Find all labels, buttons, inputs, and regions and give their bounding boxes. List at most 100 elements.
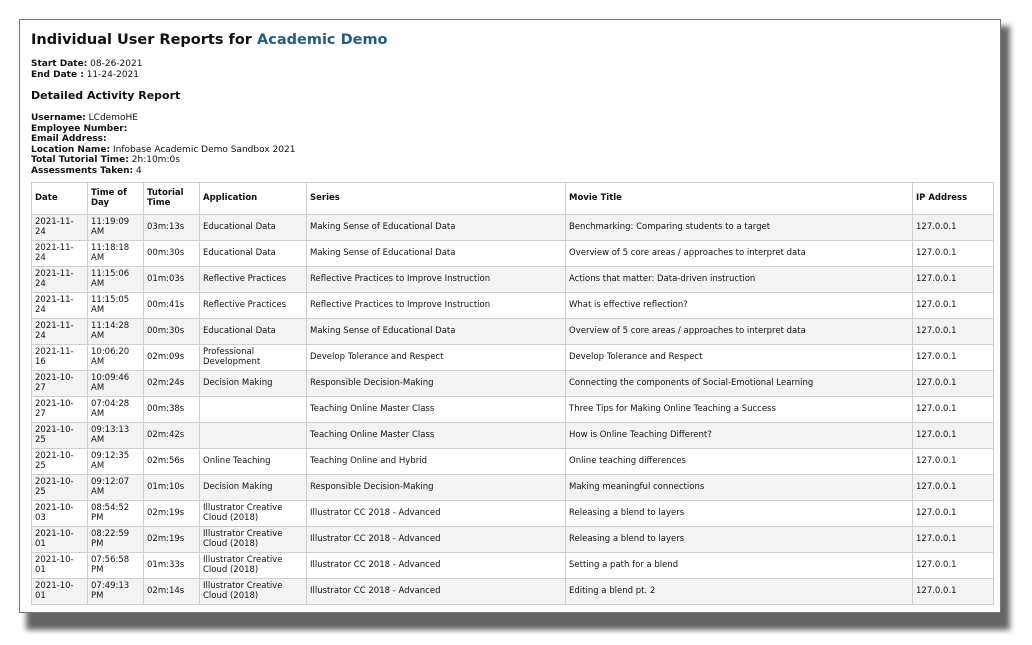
time-of-day-cell: 07:56:58 PM [87,551,144,579]
date-cell: 2021-10-27 [31,369,88,397]
application-cell: Reflective Practices [199,291,307,319]
application-cell: Illustrator Creative Cloud (2018) [199,577,307,605]
assessments-value: 4 [135,165,142,176]
table-row: 2021-11-24 11:19:09 AM 03m:13s Educational … [31,213,994,241]
application-cell [199,395,307,423]
tutorial-time-cell: 02m:24s [143,369,200,397]
date-cell: 2021-10-25 [31,447,88,475]
column-header-time-of-day: Time of Day [87,181,144,215]
movie-title-cell: Develop Tolerance and Respect [565,343,913,371]
movie-title-cell: Connecting the components of Social-Emot… [565,369,913,397]
tutorial-time-label: Total Tutorial Time: [31,155,129,166]
column-header-ip-address: IP Address [912,181,994,215]
organization-name: Academic Demo [257,32,388,48]
column-header-tutorial-time: Tutorial Time [143,181,200,215]
tutorial-time-cell: 02m:19s [143,525,200,553]
column-header-movie-title: Movie Title [565,181,913,215]
ip-address-cell: 127.0.0.1 [912,291,994,319]
table-row: 2021-11-16 10:06:20 AM 02m:09s Professional… [31,343,994,371]
application-cell: Illustrator Creative Cloud (2018) [199,499,307,527]
date-cell: 2021-10-25 [31,473,88,501]
application-cell: Educational Data [199,317,307,345]
application-cell: Educational Data [199,239,307,267]
application-cell: Educational Data [199,213,307,241]
column-header-series: Series [306,181,566,215]
movie-title-cell: Making meaningful connections [565,473,913,501]
ip-address-cell: 127.0.0.1 [912,265,994,293]
start-date-value: 08-26-2021 [90,59,143,69]
date-cell: 2021-10-01 [31,577,88,605]
movie-title-cell: Actions that matter: Data-driven instruc… [565,265,913,293]
report-content: Individual User Reports for Academic Dem… [31,30,994,605]
table-row: 2021-11-24 11:18:18 AM 00m:30s Educational … [31,239,994,267]
ip-address-cell: 127.0.0.1 [912,499,994,527]
date-cell: 2021-11-24 [31,291,88,319]
time-of-day-cell: 11:15:05 AM [87,291,144,319]
assessments-line: Assessments Taken: 4 [31,166,993,177]
tutorial-time-cell: 02m:42s [143,421,200,449]
time-of-day-cell: 10:09:46 AM [87,369,144,397]
series-cell: Teaching Online Master Class [306,395,566,423]
ip-address-cell: 127.0.0.1 [912,239,994,267]
application-cell: Online Teaching [199,447,307,475]
ip-address-cell: 127.0.0.1 [912,551,994,579]
tutorial-time-cell: 02m:09s [143,343,200,371]
email-label: Email Address: [31,134,107,145]
date-cell: 2021-10-25 [31,421,88,449]
date-cell: 2021-11-24 [31,265,88,293]
page-title: Individual User Reports for Academic Dem… [31,30,993,50]
table-row: 2021-10-01 08:22:59 PM 02m:19s Illustrator … [31,525,994,553]
ip-address-cell: 127.0.0.1 [912,343,994,371]
tutorial-time-cell: 01m:10s [143,473,200,501]
location-label: Location Name: [31,144,111,155]
tutorial-time-cell: 00m:38s [143,395,200,423]
table-row: 2021-10-27 10:09:46 AM 02m:24s Decision Mak… [31,369,994,397]
ip-address-cell: 127.0.0.1 [912,421,994,449]
table-row: 2021-10-01 07:56:58 PM 01m:33s Illustrator … [31,551,994,579]
movie-title-cell: Overview of 5 core areas / approaches to… [565,239,913,267]
column-header-application: Application [199,181,307,215]
ip-address-cell: 127.0.0.1 [912,473,994,501]
series-cell: Responsible Decision-Making [306,369,566,397]
location-line: Location Name: Infobase Academic Demo Sa… [31,145,993,156]
date-cell: 2021-11-24 [31,213,88,241]
ip-address-cell: 127.0.0.1 [912,447,994,475]
application-cell: Reflective Practices [199,265,307,293]
table-row: 2021-10-01 07:49:13 PM 02m:14s Illustrator … [31,577,994,605]
time-of-day-cell: 08:54:52 PM [87,499,144,527]
series-cell: Illustrator CC 2018 - Advanced [306,551,566,579]
employee-number-line: Employee Number: [31,124,993,135]
movie-title-cell: Three Tips for Making Online Teaching a … [565,395,913,423]
table-body: 2021-11-24 11:19:09 AM 03m:13s Educational … [31,213,994,605]
movie-title-cell: Editing a blend pt. 2 [565,577,913,605]
movie-title-cell: Overview of 5 core areas / approaches to… [565,317,913,345]
start-date-line: Start Date: 08-26-2021 [31,59,993,70]
table-row: 2021-10-27 07:04:28 AM 00m:38s Teaching Onl… [31,395,994,423]
column-header-date: Date [31,181,88,215]
user-info: Username: LCdemoHE Employee Number: Emai… [31,113,993,177]
title-prefix: Individual User Reports for [31,32,252,48]
date-cell: 2021-10-01 [31,551,88,579]
ip-address-cell: 127.0.0.1 [912,577,994,605]
tutorial-time-cell: 01m:03s [143,265,200,293]
ip-address-cell: 127.0.0.1 [912,213,994,241]
location-value: Infobase Academic Demo Sandbox 2021 [113,144,296,155]
table-row: 2021-10-03 08:54:52 PM 02m:19s Illustrator … [31,499,994,527]
time-of-day-cell: 09:13:13 AM [87,421,144,449]
ip-address-cell: 127.0.0.1 [912,525,994,553]
end-date-line: End Date : 11-24-2021 [31,70,993,81]
ip-address-cell: 127.0.0.1 [912,369,994,397]
report-panel: Individual User Reports for Academic Dem… [19,19,1001,613]
username-value: LCdemoHE [88,113,138,123]
movie-title-cell: Setting a path for a blend [565,551,913,579]
series-cell: Making Sense of Educational Data [306,213,566,241]
time-of-day-cell: 11:15:06 AM [87,265,144,293]
movie-title-cell: What is effective reflection? [565,291,913,319]
end-date-label: End Date : [31,70,84,80]
email-line: Email Address: [31,134,993,145]
username-line: Username: LCdemoHE [31,113,993,124]
series-cell: Illustrator CC 2018 - Advanced [306,499,566,527]
application-cell: Illustrator Creative Cloud (2018) [199,551,307,579]
tutorial-time-cell: 00m:30s [143,317,200,345]
table-row: 2021-11-24 11:15:06 AM 01m:03s Reflective P… [31,265,994,293]
